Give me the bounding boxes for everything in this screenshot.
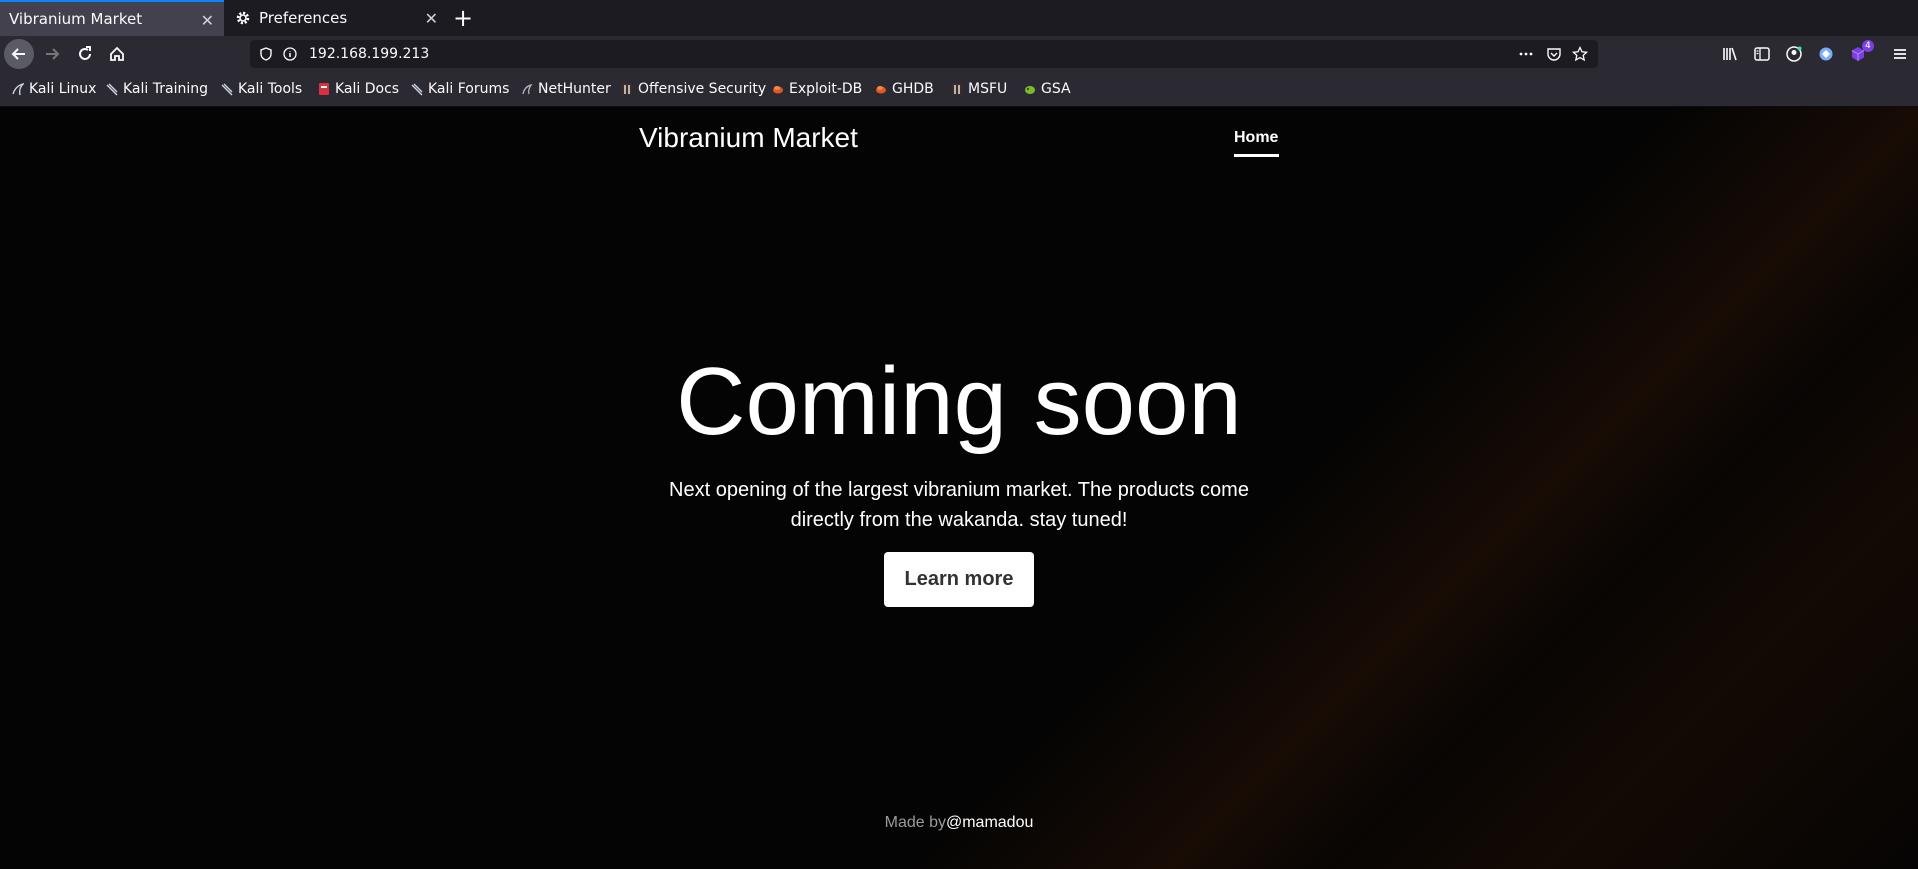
kali-dragon-icon xyxy=(221,83,233,96)
account-icon[interactable] xyxy=(1785,45,1803,63)
footer-author-link[interactable]: @mamadou xyxy=(946,814,1033,831)
close-icon[interactable]: ✕ xyxy=(425,9,438,28)
hero-title: Coming soon xyxy=(676,348,1242,455)
bookmark-kali-tools[interactable]: Kali Tools xyxy=(221,80,302,98)
bookmarks-toolbar: Kali Linux Kali Training Kali Tools Kali… xyxy=(0,72,1918,107)
bookmark-label: Offensive Security xyxy=(638,81,767,97)
offsec-icon xyxy=(622,83,632,95)
arrow-left-icon xyxy=(11,48,25,60)
more-actions-icon[interactable] xyxy=(1518,46,1534,62)
shield-icon[interactable] xyxy=(258,46,274,62)
extension-icon[interactable] xyxy=(1817,45,1835,63)
kali-dragon-icon xyxy=(411,83,423,96)
home-button[interactable] xyxy=(105,42,129,66)
url-text[interactable]: 192.168.199.213 xyxy=(309,46,429,62)
bookmark-kali-linux[interactable]: Kali Linux xyxy=(12,80,96,98)
web-page: Vibranium Market Home Coming soon Next o… xyxy=(0,107,1918,869)
new-tab-button[interactable]: + xyxy=(453,5,473,31)
bookmark-label: Kali Linux xyxy=(29,81,97,97)
bookmark-label: MSFU xyxy=(968,81,1008,97)
close-icon[interactable]: ✕ xyxy=(201,11,214,30)
bookmark-label: Kali Docs xyxy=(335,81,400,97)
bookmark-kali-docs[interactable]: Kali Docs xyxy=(318,80,399,98)
kali-dragon-icon xyxy=(12,83,24,96)
bookmark-msfu[interactable]: MSFU xyxy=(951,80,1007,98)
url-bar[interactable]: 192.168.199.213 xyxy=(250,40,1598,68)
kali-docs-icon xyxy=(319,83,329,95)
learn-more-button[interactable]: Learn more xyxy=(884,552,1034,607)
nethunter-icon xyxy=(522,83,533,95)
bookmark-kali-forums[interactable]: Kali Forums xyxy=(411,80,509,98)
info-icon[interactable] xyxy=(282,46,298,62)
exploitdb-icon xyxy=(773,86,783,94)
footer-prefix: Made by xyxy=(884,814,946,831)
nav-link-home[interactable]: Home xyxy=(1234,129,1278,147)
arrow-right-icon xyxy=(46,48,60,60)
pocket-icon[interactable] xyxy=(1546,46,1562,62)
site-brand[interactable]: Vibranium Market xyxy=(639,122,858,154)
tab-vibranium-market[interactable]: Vibranium Market ✕ xyxy=(0,0,224,36)
forward-button[interactable] xyxy=(40,42,64,66)
sidebar-icon[interactable] xyxy=(1753,45,1771,63)
hero-subtitle: Next opening of the largest vibranium ma… xyxy=(669,479,1249,531)
nav-active-underline xyxy=(1234,154,1279,157)
bookmark-label: GHDB xyxy=(892,81,934,97)
page-footer: Made by@mamadou xyxy=(0,814,1918,832)
home-icon xyxy=(110,46,124,61)
tab-title: Vibranium Market xyxy=(9,10,143,28)
bookmark-star-icon[interactable] xyxy=(1572,46,1588,62)
bookmark-offensive-security[interactable]: Offensive Security xyxy=(621,80,766,98)
gsa-icon xyxy=(1025,86,1035,94)
reload-icon xyxy=(79,46,91,60)
bookmark-label: Kali Training xyxy=(123,81,208,97)
bookmark-exploit-db[interactable]: Exploit-DB xyxy=(772,80,862,98)
reload-button[interactable] xyxy=(73,42,97,66)
tab-preferences[interactable]: Preferences ✕ xyxy=(224,0,448,36)
exploitdb-icon xyxy=(876,86,886,94)
bookmark-ghdb[interactable]: GHDB xyxy=(875,80,934,98)
bookmark-gsa[interactable]: GSA xyxy=(1024,80,1071,98)
back-button[interactable] xyxy=(4,39,34,69)
bookmark-label: NetHunter xyxy=(538,81,611,97)
offsec-icon xyxy=(952,83,962,95)
bookmark-label: Exploit-DB xyxy=(789,81,863,97)
bookmark-label: Kali Forums xyxy=(428,81,510,97)
tab-title: Preferences xyxy=(259,9,348,27)
bookmark-nethunter[interactable]: NetHunter xyxy=(521,80,611,98)
tab-strip: Vibranium Market ✕ Preferences ✕ + xyxy=(0,0,1918,36)
extension-badge: 4 xyxy=(1862,40,1874,52)
bookmark-label: GSA xyxy=(1041,81,1071,97)
menu-icon[interactable] xyxy=(1891,45,1909,63)
gear-icon xyxy=(236,11,250,25)
library-icon[interactable] xyxy=(1721,45,1739,63)
kali-dragon-icon xyxy=(106,83,118,96)
bookmark-label: Kali Tools xyxy=(238,81,303,97)
bookmark-kali-training[interactable]: Kali Training xyxy=(106,80,208,98)
